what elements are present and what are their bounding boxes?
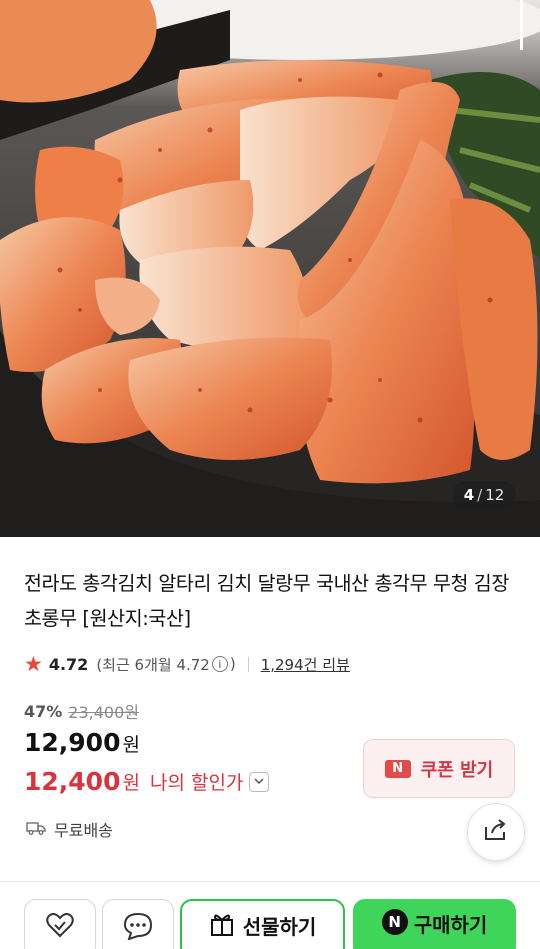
rating-recent: (최근 6개월 4.72 — [96, 655, 210, 674]
coupon-label: 쿠폰 받기 — [420, 759, 494, 781]
gift-button[interactable]: 선물하기 — [180, 899, 345, 949]
buy-label: 구매하기 — [413, 913, 488, 937]
buy-button[interactable]: N 구매하기 — [353, 899, 516, 949]
kimchi-photo — [0, 0, 540, 537]
rating-row: ★ 4.72 (최근 6개월 4.72 i ) 1,294건 리뷰 — [24, 651, 350, 677]
bottom-action-bar: 선물하기 N 구매하기 — [0, 882, 540, 949]
heart-icon — [46, 912, 74, 949]
sale-price-unit: 원 — [122, 734, 140, 756]
discount-percent: 47% — [24, 701, 63, 721]
chevron-down-icon[interactable] — [249, 771, 270, 792]
info-icon[interactable]: i — [211, 656, 228, 672]
discount-row: 47% 23,400원 — [24, 699, 139, 723]
review-count-link[interactable]: 1,294건 리뷰 — [261, 654, 350, 675]
share-icon — [483, 818, 509, 846]
coupon-button[interactable]: N 쿠폰 받기 — [363, 739, 515, 798]
image-counter-total: 12 — [485, 486, 505, 504]
gift-icon — [209, 911, 243, 949]
wishlist-button[interactable] — [24, 899, 96, 949]
image-counter-current: 4 — [463, 486, 475, 504]
divider — [247, 656, 249, 672]
rating-value: 4.72 — [48, 654, 89, 674]
rating-recent-close: ) — [229, 655, 236, 673]
price-row: 12,900 원 — [24, 728, 140, 757]
my-discount-label: 나의 할인가 — [149, 772, 244, 794]
naver-n-icon: N — [381, 909, 408, 935]
shipping-info: 무료배송 — [26, 817, 113, 841]
gift-label: 선물하기 — [242, 915, 317, 939]
star-icon: ★ — [24, 652, 43, 676]
image-counter-separator: / — [477, 486, 483, 504]
product-image[interactable]: 4 / 12 — [0, 0, 540, 537]
truck-icon — [26, 820, 46, 839]
chat-icon — [123, 912, 153, 949]
my-discount-price-unit: 원 — [122, 772, 140, 794]
original-price: 23,400원 — [68, 703, 140, 722]
naver-n-icon: N — [384, 759, 411, 778]
product-title: 전라도 총각김치 알타리 김치 달랑무 국내산 총각무 무청 김장 초롱무 [원… — [24, 572, 509, 630]
shipping-label: 무료배송 — [54, 821, 113, 840]
share-button[interactable] — [467, 803, 525, 861]
image-counter: 4 / 12 — [452, 481, 516, 509]
my-price-row[interactable]: 12,400 원 나의 할인가 — [24, 767, 270, 796]
sale-price: 12,900 — [24, 728, 121, 757]
my-discount-price: 12,400 — [24, 767, 121, 796]
talk-button[interactable] — [102, 899, 174, 949]
